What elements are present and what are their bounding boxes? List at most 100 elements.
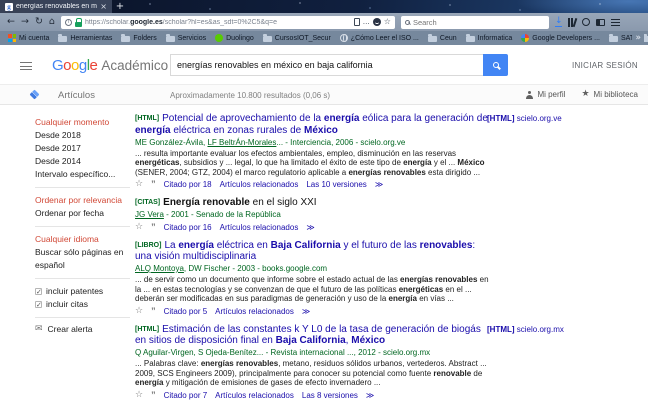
result-authors[interactable]: JG Vera - 2001 - Senado de la República	[135, 210, 491, 220]
scholar-search-form	[170, 54, 508, 76]
result-action-link[interactable]: Las 8 versiones	[302, 391, 358, 400]
more-actions-icon[interactable]: ≫	[366, 391, 374, 400]
result-authors[interactable]: Q Aguilar-Virgen, S Ojeda-Benítez... - R…	[135, 348, 491, 358]
tab-title: energías renovables en méxic	[16, 3, 97, 10]
forward-button[interactable]: →	[21, 17, 29, 27]
account-icon[interactable]	[581, 18, 590, 26]
fulltext-side-link[interactable]: [HTML] scielo.org.ve	[487, 114, 562, 123]
bookmark-star-icon[interactable]: ☆	[384, 18, 391, 26]
my-library-link[interactable]: ★ Mi biblioteca	[581, 90, 638, 100]
text-segment: renovables	[419, 239, 473, 251]
sidebar-checkbox-incluir-patentes[interactable]: ✓ incluir patentes	[35, 285, 134, 298]
sidebar-filter-link[interactable]: Buscar sólo páginas en español	[35, 246, 134, 272]
result-snippet: ... Palabras clave: energías renovables,…	[135, 359, 491, 388]
my-profile-label: Mi perfil	[537, 90, 566, 99]
checkbox-icon[interactable]: ✓	[35, 288, 42, 296]
browser-search-input[interactable]	[412, 17, 545, 27]
sign-in-button[interactable]: INICIAR SESIÓN	[572, 61, 638, 70]
bookmarks-overflow-icon[interactable]: »	[632, 31, 644, 45]
result-snippet: ... resulta importante evaluar los efect…	[135, 149, 491, 178]
result-title-link[interactable]: Estimación de las constantes k Y L0 de l…	[135, 324, 481, 347]
articles-section-label[interactable]: Artículos	[58, 90, 95, 101]
create-alert-link[interactable]: ✉ Crear alerta	[35, 324, 134, 334]
text-segment: energéticas	[398, 284, 444, 294]
bookmark-item[interactable]: Informatica	[465, 34, 512, 42]
tab-close-icon[interactable]: ×	[100, 2, 107, 11]
menu-icon[interactable]	[610, 18, 620, 26]
scholar-menu-icon[interactable]	[20, 62, 32, 70]
my-profile-link[interactable]: Mi perfil	[525, 90, 565, 99]
sidebar-filter-link[interactable]: Cualquier idioma	[35, 233, 134, 246]
result-title-link[interactable]: Potencial de aprovechamiento de la energ…	[135, 113, 488, 136]
save-star-icon[interactable]: ☆	[135, 390, 143, 400]
bookmark-item[interactable]: Servicios	[165, 34, 206, 42]
library-icon[interactable]	[568, 17, 578, 27]
home-button[interactable]: ⌂	[49, 17, 55, 27]
bookmark-item[interactable]: Ceun	[427, 34, 457, 42]
bookmark-item[interactable]: SAT	[608, 34, 634, 42]
bookmark-item[interactable]: Folders	[121, 34, 157, 42]
save-star-icon[interactable]: ☆	[135, 306, 143, 316]
results-bar-right: Mi perfil ★ Mi biblioteca	[525, 85, 638, 104]
bookmark-item[interactable]: Duolingo	[215, 34, 254, 42]
result-authors[interactable]: ALQ Montoya, DW Fischer - 2003 - books.g…	[135, 264, 491, 274]
more-actions-icon[interactable]: ≫	[375, 180, 383, 189]
result-action-link[interactable]: Las 10 versiones	[306, 180, 366, 189]
sidebar-checkbox-incluir-citas[interactable]: ✓ incluir citas	[35, 298, 134, 311]
checkbox-icon[interactable]: ✓	[35, 301, 42, 309]
result-action-link[interactable]: Citado por 18	[164, 180, 212, 189]
result-action-link[interactable]: Artículos relacionados	[215, 391, 294, 400]
scholar-search-button[interactable]	[483, 54, 508, 76]
sidebar-toggle-icon[interactable]	[595, 18, 605, 26]
cite-icon[interactable]: ”	[151, 222, 156, 232]
sidebar-filter-link[interactable]: Desde 2018	[35, 129, 134, 142]
cite-icon[interactable]: ”	[151, 180, 156, 189]
text-segment: esta dirigido ...	[425, 167, 481, 177]
result-action-link[interactable]: Artículos relacionados	[215, 307, 294, 316]
text-segment: LF BeltrÁn-Morales	[207, 137, 277, 147]
fulltext-side-link[interactable]: [HTML] scielo.org.mx	[487, 325, 564, 334]
bookmark-item[interactable]: CursosIOT_Secur	[262, 34, 331, 42]
text-segment: energía	[403, 158, 432, 167]
result-action-link[interactable]: Citado por 16	[164, 223, 212, 232]
cite-icon[interactable]: ”	[151, 306, 156, 316]
reader-mode-icon[interactable]	[353, 18, 360, 26]
pocket-icon[interactable]	[372, 18, 381, 26]
scholar-search-input[interactable]	[170, 54, 483, 76]
navigation-toolbar: ← → ↻ ⌂ https://scholar.google.es/schola…	[0, 13, 648, 31]
site-info-icon[interactable]	[64, 18, 72, 26]
save-star-icon[interactable]: ☆	[135, 180, 143, 189]
back-button[interactable]: ←	[7, 17, 15, 27]
browser-search-box[interactable]	[400, 15, 549, 29]
result-title-link[interactable]: La energía eléctrica en Baja California …	[135, 240, 475, 263]
more-actions-icon[interactable]: ≫	[306, 223, 314, 232]
browser-tab[interactable]: g energías renovables en méxic ×	[0, 0, 112, 13]
bookmark-item[interactable]: Google Developers ...	[521, 34, 600, 42]
text-segment: /scholar?hl=es&as_sdt=0%2C5&q=e	[162, 18, 277, 26]
url-bar[interactable]: https://scholar.google.es/scholar?hl=es&…	[60, 15, 395, 29]
sidebar-filter-link[interactable]: Intervalo específico...	[35, 168, 134, 181]
new-tab-button[interactable]: +	[112, 0, 128, 13]
sidebar-filter-link[interactable]: Desde 2014	[35, 155, 134, 168]
downloads-icon[interactable]: ↓	[554, 17, 563, 27]
result-action-link[interactable]: Artículos relacionados	[220, 223, 299, 232]
save-star-icon[interactable]: ☆	[135, 222, 143, 232]
bookmark-item[interactable]: ¿Cómo Leer el ISO ...	[339, 34, 419, 42]
bookmark-item[interactable]: Herramientas	[58, 34, 112, 42]
bookmark-item[interactable]: Mi cuenta	[8, 34, 49, 42]
reload-button[interactable]: ↻	[35, 17, 43, 27]
more-actions-icon[interactable]: ≫	[302, 307, 310, 316]
text-segment: - 2001 - Senado de la República	[163, 210, 281, 219]
result-authors[interactable]: ME González-Ávila, LF BeltrÁn-Morales...…	[135, 138, 491, 148]
result-action-link[interactable]: Artículos relacionados	[220, 180, 299, 189]
folder-icon	[427, 34, 437, 42]
sidebar-filter-link[interactable]: Desde 2017	[35, 142, 134, 155]
cite-icon[interactable]: ”	[151, 390, 156, 400]
sidebar-filter-link[interactable]: Cualquier momento	[35, 116, 134, 129]
scholar-logo[interactable]: Google Académico	[52, 57, 168, 74]
result-action-link[interactable]: Citado por 5	[164, 307, 208, 316]
page-actions-icon[interactable]: …	[363, 18, 370, 26]
result-action-link[interactable]: Citado por 7	[164, 391, 208, 400]
sidebar-filter-link[interactable]: Ordenar por relevancia	[35, 194, 134, 207]
sidebar-filter-link[interactable]: Ordenar por fecha	[35, 207, 134, 220]
